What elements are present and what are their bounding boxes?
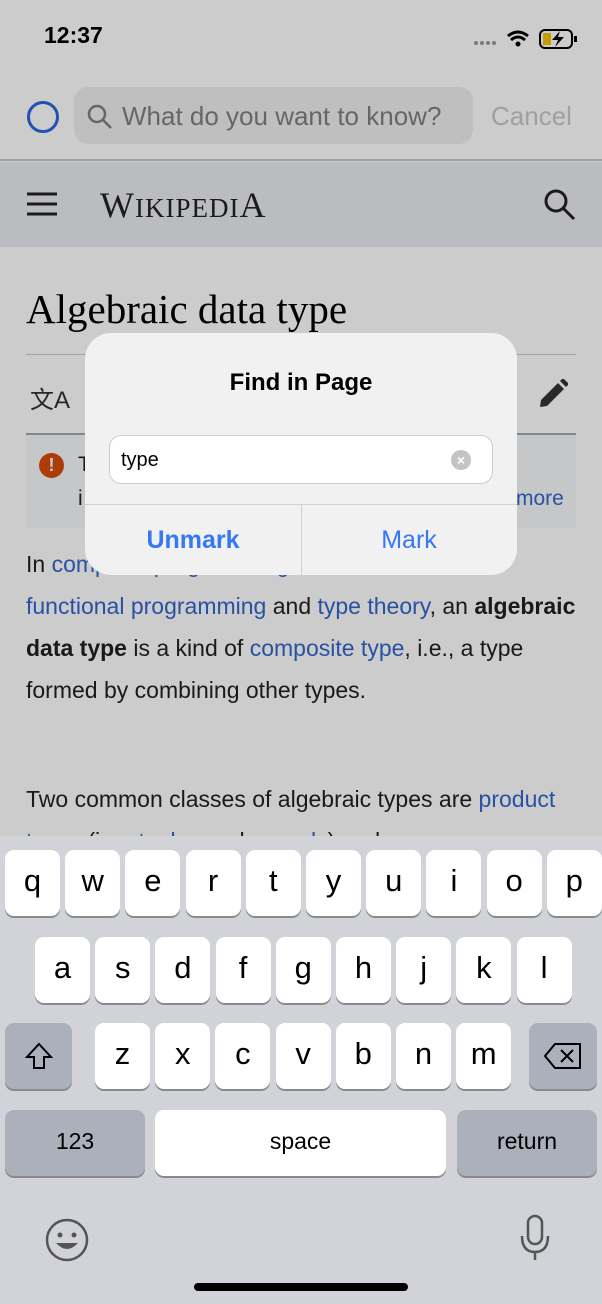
emoji-icon[interactable] [44, 1217, 90, 1263]
key-q[interactable]: q [5, 850, 60, 916]
key-l[interactable]: l [516, 937, 572, 1003]
return-key[interactable]: return [457, 1110, 597, 1176]
home-indicator[interactable] [194, 1283, 408, 1291]
find-input-field[interactable]: × [109, 435, 493, 484]
numbers-key[interactable]: 123 [5, 1110, 145, 1176]
key-y[interactable]: y [306, 850, 361, 916]
key-p[interactable]: p [546, 850, 602, 916]
key-c[interactable]: c [215, 1023, 271, 1089]
key-r[interactable]: r [185, 850, 241, 916]
mark-button[interactable]: Mark [301, 505, 517, 575]
key-j[interactable]: j [396, 937, 452, 1003]
key-f[interactable]: f [215, 937, 271, 1003]
key-e[interactable]: e [125, 850, 181, 916]
key-i[interactable]: i [426, 850, 482, 916]
key-h[interactable]: h [336, 937, 391, 1003]
key-o[interactable]: o [486, 850, 542, 916]
shift-key[interactable] [5, 1023, 72, 1089]
key-w[interactable]: w [65, 850, 121, 916]
key-x[interactable]: x [155, 1023, 211, 1089]
find-input[interactable] [121, 449, 441, 472]
find-in-page-dialog: Find in Page × Unmark Mark [85, 333, 517, 575]
key-n[interactable]: n [396, 1023, 451, 1089]
key-u[interactable]: u [366, 850, 422, 916]
backspace-key[interactable] [529, 1023, 597, 1089]
shift-icon [24, 1042, 53, 1069]
microphone-icon[interactable] [518, 1214, 552, 1262]
dialog-title: Find in Page [229, 369, 373, 396]
key-t[interactable]: t [245, 850, 301, 916]
key-d[interactable]: d [155, 937, 211, 1003]
key-b[interactable]: b [335, 1023, 391, 1089]
key-k[interactable]: k [456, 937, 512, 1003]
key-g[interactable]: g [275, 937, 331, 1003]
clear-icon[interactable]: × [451, 450, 471, 470]
key-v[interactable]: v [275, 1023, 331, 1089]
key-s[interactable]: s [95, 937, 151, 1003]
key-z[interactable]: z [95, 1023, 150, 1089]
backspace-icon [543, 1043, 581, 1069]
space-key[interactable]: space [155, 1110, 446, 1176]
unmark-button[interactable]: Unmark [85, 505, 301, 575]
key-a[interactable]: a [35, 937, 90, 1003]
key-m[interactable]: m [456, 1023, 512, 1089]
